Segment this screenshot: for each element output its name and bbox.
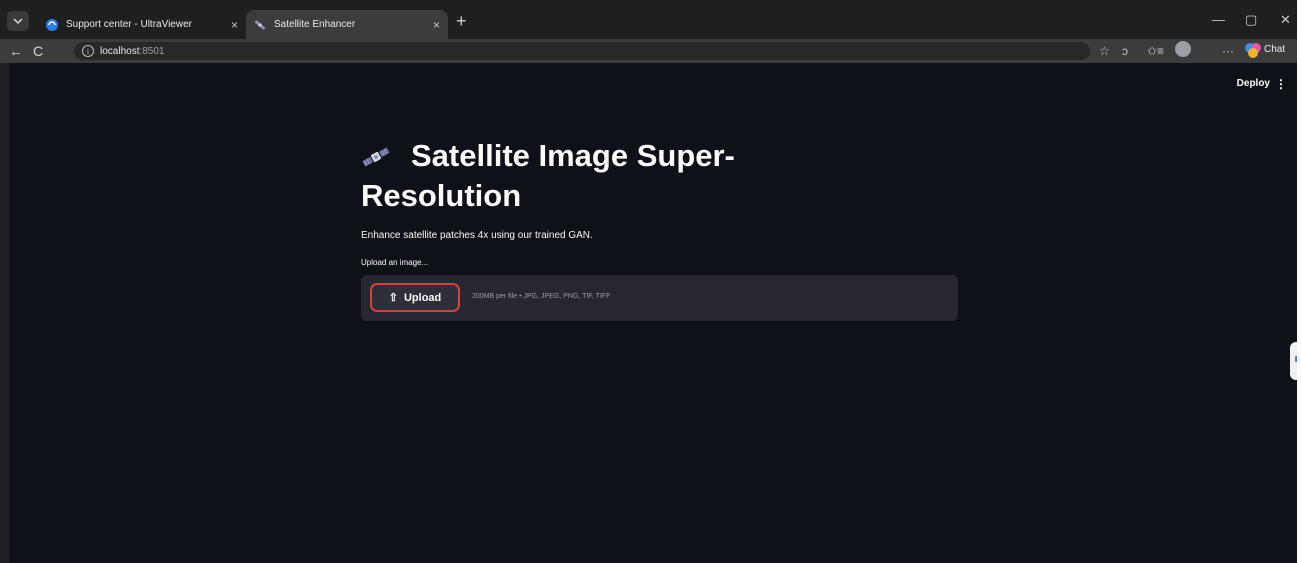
deploy-button[interactable]: Deploy: [1237, 78, 1270, 89]
address-host: localhost: [100, 45, 140, 57]
close-window-button[interactable]: ✕: [1280, 12, 1291, 28]
main-menu-icon[interactable]: ⋮: [1275, 77, 1287, 91]
sidebar-expand-handle[interactable]: [1290, 342, 1297, 380]
address-port: :8501: [139, 45, 165, 57]
profile-avatar[interactable]: [1175, 41, 1191, 57]
reload-button[interactable]: C: [33, 42, 43, 60]
browser-window: Support center - UltraViewer × Satellite…: [0, 0, 1297, 563]
tab-satellite-enhancer[interactable]: Satellite Enhancer ×: [246, 10, 448, 39]
page-subtitle: Enhance satellite patches 4x using our t…: [361, 230, 593, 241]
upload-button-label: Upload: [403, 291, 442, 304]
app-content: Deploy ⋮ Satellite Image Super-Resolutio…: [9, 63, 1297, 563]
browser-toolbar: ← C i localhost:8501 ☆ ↄ ✩≡ ···: [0, 39, 1297, 63]
upload-limits-text: 200MB per file • JPG, JPEG, PNG, TIF, TI…: [472, 293, 611, 300]
maximize-button[interactable]: ▢: [1245, 12, 1257, 28]
tab-support-center[interactable]: Support center - UltraViewer ×: [38, 10, 246, 39]
tab-title: Satellite Enhancer: [274, 19, 356, 30]
satellite-icon: [254, 19, 266, 30]
upload-button[interactable]: ⇧ Upload: [370, 283, 460, 312]
tab-strip: Support center - UltraViewer × Satellite…: [0, 0, 1297, 40]
address-bar[interactable]: i localhost:8501: [74, 42, 1090, 60]
extensions-icon[interactable]: ↄ: [1122, 43, 1128, 59]
tab-close-icon[interactable]: ×: [231, 18, 238, 32]
new-tab-button[interactable]: +: [456, 12, 467, 30]
satellite-icon: [362, 147, 390, 167]
page-title: Satellite Image Super-Resolution: [361, 136, 831, 216]
file-uploader-label: Upload an image...: [361, 258, 429, 267]
tab-search-button[interactable]: [7, 11, 29, 31]
more-menu-icon[interactable]: ···: [1222, 43, 1234, 59]
info-icon[interactable]: i: [82, 45, 94, 57]
minimize-button[interactable]: —: [1212, 12, 1225, 27]
file-dropzone[interactable]: ⇧ Upload 200MB per file • JPG, JPEG, PNG…: [361, 275, 958, 321]
tab-title: Support center - UltraViewer: [66, 19, 192, 30]
copilot-icon[interactable]: [1245, 42, 1261, 58]
page-title-text: Satellite Image Super-Resolution: [361, 138, 735, 213]
tab-close-icon[interactable]: ×: [433, 18, 440, 32]
chevron-down-icon: [13, 18, 23, 25]
ultraviewer-icon: [46, 18, 58, 31]
back-button[interactable]: ←: [9, 42, 23, 60]
favorite-star-icon[interactable]: ☆: [1099, 43, 1110, 59]
collapse-icon: [1295, 356, 1297, 362]
upload-icon: ⇧: [388, 292, 398, 304]
chat-label[interactable]: Chat: [1264, 44, 1285, 55]
favorites-bar-icon[interactable]: ✩≡: [1147, 43, 1164, 59]
